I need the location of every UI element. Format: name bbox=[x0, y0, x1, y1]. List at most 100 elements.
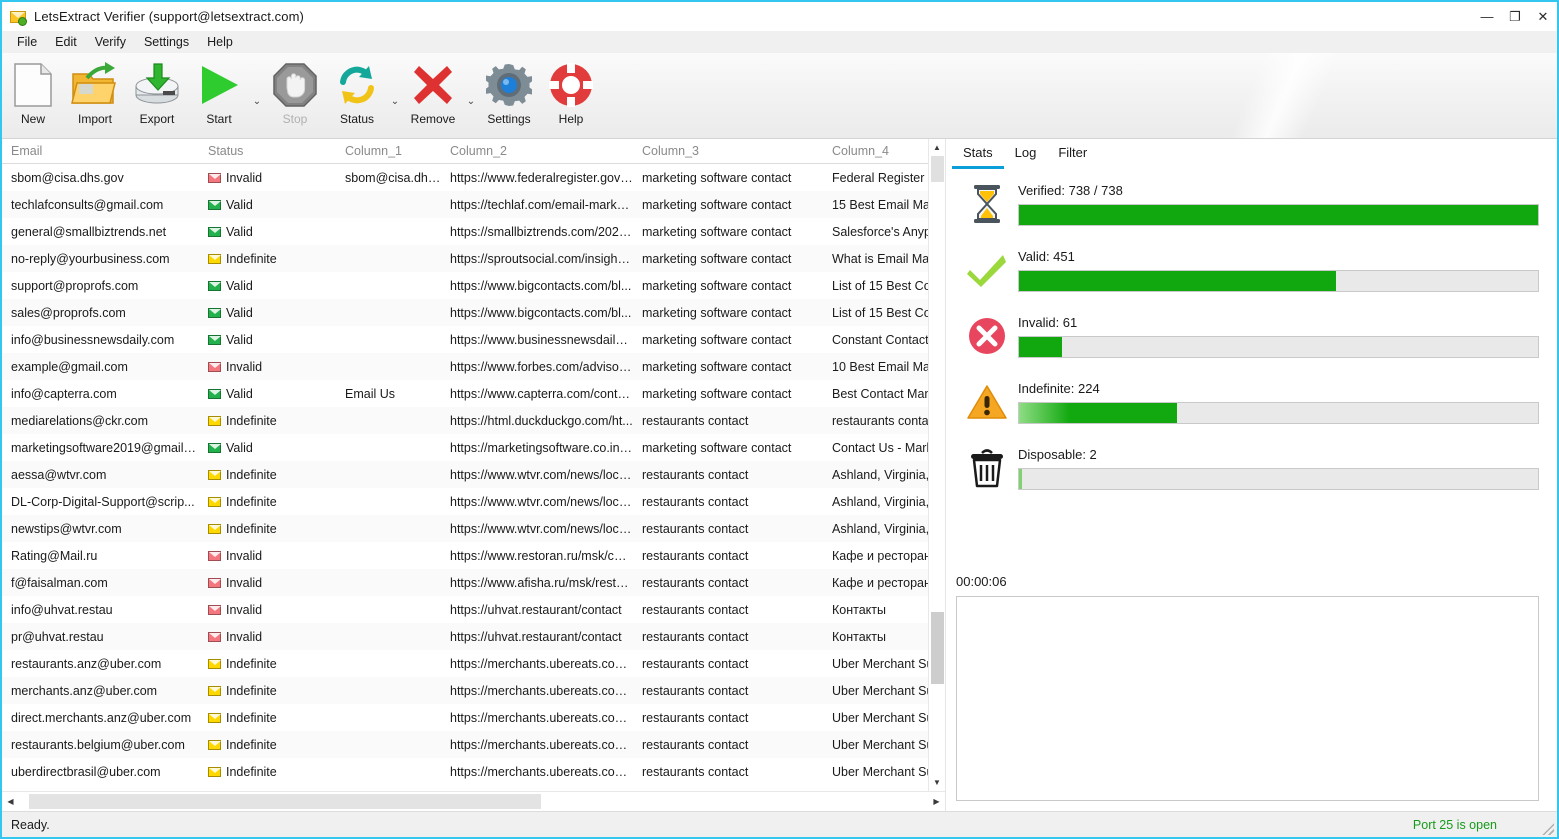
table-row[interactable]: direct.merchants.anz@uber.comIndefiniteh… bbox=[2, 704, 928, 731]
status-label: Invalid bbox=[226, 360, 262, 374]
status-label: Invalid bbox=[226, 549, 262, 563]
horizontal-scroll-thumb[interactable] bbox=[29, 794, 541, 809]
menu-item-file[interactable]: File bbox=[8, 33, 46, 51]
envelope-indefinite-icon bbox=[208, 497, 221, 507]
envelope-indefinite-icon bbox=[208, 686, 221, 696]
toolbar-label-new: New bbox=[21, 112, 45, 126]
cell-column-4: Best Contact Man bbox=[823, 387, 928, 401]
application-window: LetsExtract Verifier (support@letsextrac… bbox=[0, 0, 1559, 839]
table-row[interactable]: DL-Corp-Digital-Support@scrip...Indefini… bbox=[2, 488, 928, 515]
vertical-scroll-track[interactable] bbox=[929, 156, 946, 774]
hourglass-icon bbox=[956, 181, 1018, 227]
cell-column-3: marketing software contact bbox=[633, 333, 823, 347]
envelope-valid-icon bbox=[208, 200, 221, 210]
menu-item-help[interactable]: Help bbox=[198, 33, 242, 51]
progress-bar bbox=[1018, 468, 1539, 490]
table-row[interactable]: support@proprofs.comValidhttps://www.big… bbox=[2, 272, 928, 299]
table-row[interactable]: f@faisalman.comInvalidhttps://www.afisha… bbox=[2, 569, 928, 596]
maximize-button[interactable]: ❐ bbox=[1501, 2, 1529, 31]
status-label: Indefinite bbox=[226, 522, 277, 536]
column-header-status[interactable]: Status bbox=[199, 144, 336, 158]
table-row[interactable]: techlafconsults@gmail.comValidhttps://te… bbox=[2, 191, 928, 218]
table-row[interactable]: sbom@cisa.dhs.govInvalidsbom@cisa.dhs...… bbox=[2, 164, 928, 191]
side-panel: StatsLogFilter Verified: 738 / 738Valid:… bbox=[946, 139, 1557, 811]
toolbar-button-start[interactable]: Start bbox=[188, 53, 250, 137]
status-label: Valid bbox=[226, 441, 253, 455]
envelope-valid-icon bbox=[208, 227, 221, 237]
table-row[interactable]: restaurants.belgium@uber.comIndefiniteht… bbox=[2, 731, 928, 758]
table-row[interactable]: sales@proprofs.comValidhttps://www.bigco… bbox=[2, 299, 928, 326]
menu-item-settings[interactable]: Settings bbox=[135, 33, 198, 51]
scroll-left-arrow-icon[interactable]: ◀ bbox=[2, 792, 19, 811]
table-row[interactable]: merchants.anz@uber.comIndefinitehttps://… bbox=[2, 677, 928, 704]
scroll-down-arrow-icon[interactable]: ▼ bbox=[929, 774, 946, 791]
table-row[interactable]: marketingsoftware2019@gmail.c...Validhtt… bbox=[2, 434, 928, 461]
menu-item-edit[interactable]: Edit bbox=[46, 33, 86, 51]
resize-grip[interactable] bbox=[1540, 821, 1554, 835]
grid-horizontal-scrollbar[interactable]: ◀ ▶ bbox=[2, 791, 945, 811]
column-header-column_2[interactable]: Column_2 bbox=[441, 144, 633, 158]
table-row[interactable]: restaurants.anz@uber.comIndefinitehttps:… bbox=[2, 650, 928, 677]
table-row[interactable]: mediarelations@ckr.comIndefinitehttps://… bbox=[2, 407, 928, 434]
table-row[interactable]: no-reply@yourbusiness.comIndefinitehttps… bbox=[2, 245, 928, 272]
tab-log[interactable]: Log bbox=[1004, 139, 1048, 169]
cell-email: restaurants.belgium@uber.com bbox=[2, 738, 199, 752]
toolbar-button-import[interactable]: Import bbox=[64, 53, 126, 137]
cell-column-2: https://merchants.ubereats.com/... bbox=[441, 765, 633, 779]
horizontal-scroll-track[interactable] bbox=[19, 792, 928, 811]
status-badge: Indefinite bbox=[199, 495, 336, 509]
cell-column-3: restaurants contact bbox=[633, 549, 823, 563]
table-row[interactable]: newstips@wtvr.comIndefinitehttps://www.w… bbox=[2, 515, 928, 542]
column-header-column_3[interactable]: Column_3 bbox=[633, 144, 823, 158]
toolbar-button-new[interactable]: New bbox=[2, 53, 64, 137]
scroll-up-arrow-icon[interactable]: ▲ bbox=[929, 139, 946, 156]
table-row[interactable]: info@uhvat.restauInvalidhttps://uhvat.re… bbox=[2, 596, 928, 623]
progress-bar bbox=[1018, 336, 1539, 358]
cell-column-4: Кафе и ресторан bbox=[823, 549, 928, 563]
toolbar-button-remove[interactable]: Remove bbox=[402, 53, 464, 137]
minimize-button[interactable]: — bbox=[1473, 2, 1501, 31]
log-output-box[interactable] bbox=[956, 596, 1539, 801]
column-header-email[interactable]: Email bbox=[2, 144, 199, 158]
chevron-down-icon-status[interactable]: ⌄ bbox=[388, 53, 402, 137]
table-row[interactable]: Rating@Mail.ruInvalidhttps://www.restora… bbox=[2, 542, 928, 569]
cell-column-2: https://sproutsocial.com/insights... bbox=[441, 252, 633, 266]
toolbar-button-help[interactable]: Help bbox=[540, 53, 602, 137]
column-header-column_4[interactable]: Column_4 bbox=[823, 144, 928, 158]
envelope-invalid-icon bbox=[208, 605, 221, 615]
cell-column-2: https://marketingsoftware.co.in/... bbox=[441, 441, 633, 455]
toolbar-button-settings[interactable]: Settings bbox=[478, 53, 540, 137]
tab-stats[interactable]: Stats bbox=[952, 139, 1004, 169]
table-row[interactable]: info@capterra.comValidEmail Ushttps://ww… bbox=[2, 380, 928, 407]
status-badge: Indefinite bbox=[199, 657, 336, 671]
scroll-right-arrow-icon[interactable]: ▶ bbox=[928, 792, 945, 811]
table-row[interactable]: general@smallbiztrends.netValidhttps://s… bbox=[2, 218, 928, 245]
progress-fill bbox=[1019, 205, 1538, 225]
vertical-scroll-thumb-top[interactable] bbox=[931, 156, 944, 182]
envelope-indefinite-icon bbox=[208, 470, 221, 480]
envelope-valid-icon bbox=[208, 335, 221, 345]
table-row[interactable]: info@businessnewsdaily.comValidhttps://w… bbox=[2, 326, 928, 353]
cell-column-3: restaurants contact bbox=[633, 711, 823, 725]
tab-filter[interactable]: Filter bbox=[1047, 139, 1098, 169]
menu-item-verify[interactable]: Verify bbox=[86, 33, 135, 51]
cell-column-2: https://www.forbes.com/advisor/... bbox=[441, 360, 633, 374]
column-header-column_1[interactable]: Column_1 bbox=[336, 144, 441, 158]
table-row[interactable]: uberdirectbrasil@uber.comIndefinitehttps… bbox=[2, 758, 928, 785]
table-row[interactable]: aessa@wtvr.comIndefinitehttps://www.wtvr… bbox=[2, 461, 928, 488]
vertical-scroll-thumb[interactable] bbox=[931, 612, 944, 684]
close-button[interactable]: ✕ bbox=[1529, 2, 1557, 31]
chevron-down-icon-remove[interactable]: ⌄ bbox=[464, 53, 478, 137]
toolbar-button-export[interactable]: Export bbox=[126, 53, 188, 137]
cell-column-2: https://www.wtvr.com/news/loca... bbox=[441, 495, 633, 509]
toolbar-button-status[interactable]: Status bbox=[326, 53, 388, 137]
cell-column-2: https://www.businessnewsdaily.c... bbox=[441, 333, 633, 347]
window-controls: — ❐ ✕ bbox=[1473, 2, 1557, 31]
cell-column-4: Ashland, Virginia, bbox=[823, 522, 928, 536]
table-row[interactable]: pr@uhvat.restauInvalidhttps://uhvat.rest… bbox=[2, 623, 928, 650]
grid-vertical-scrollbar[interactable]: ▲ ▼ bbox=[928, 139, 945, 791]
error-circle-icon bbox=[956, 313, 1018, 359]
table-row[interactable]: example@gmail.comInvalidhttps://www.forb… bbox=[2, 353, 928, 380]
play-icon bbox=[196, 60, 242, 110]
chevron-down-icon-start[interactable]: ⌄ bbox=[250, 53, 264, 137]
